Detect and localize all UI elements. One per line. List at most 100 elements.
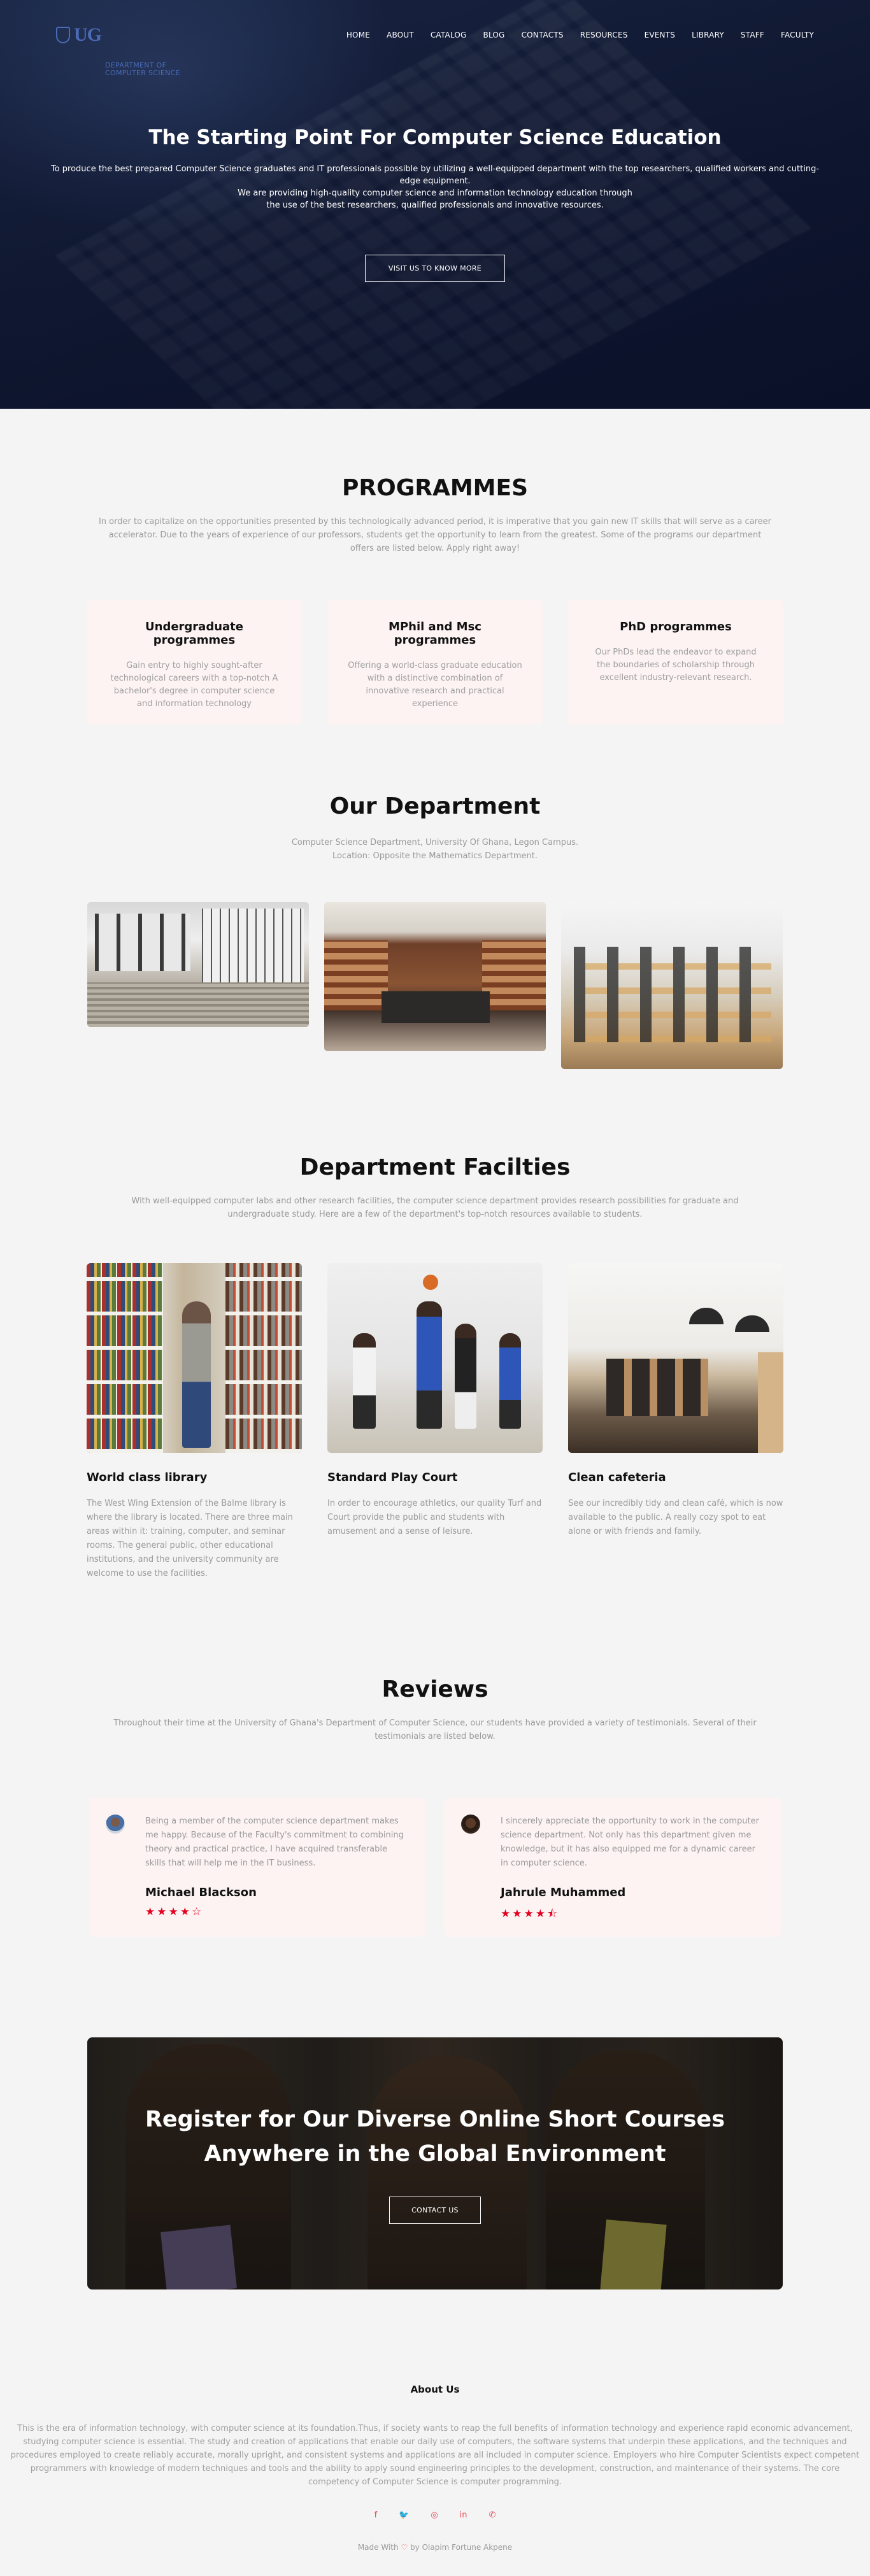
logo-ug-text: UG <box>74 24 102 45</box>
hero-section: UG DEPARTMENT OF COMPUTER SCIENCE HOME A… <box>0 0 870 409</box>
reviewer-avatar <box>106 1815 125 1834</box>
logo-line-2: COMPUTER SCIENCE <box>105 69 180 77</box>
facilities-lead: With well-equipped computer labs and oth… <box>131 1196 739 1219</box>
programme-card-title: MPhil and Msc programmes <box>389 620 481 647</box>
library-shelves-photo <box>87 1263 302 1453</box>
cafeteria-photo <box>568 1263 783 1453</box>
review-card: Being a member of the computer science d… <box>89 1798 425 1937</box>
programme-cards: Undergraduate programmes Gain entry to h… <box>0 600 870 725</box>
star-rating: ★★★★☆ <box>145 1906 204 1918</box>
nav-link-about[interactable]: ABOUT <box>387 31 414 39</box>
top-navbar: UG DEPARTMENT OF COMPUTER SCIENCE HOME A… <box>0 0 870 77</box>
nav-link-resources[interactable]: RESOURCES <box>580 31 628 39</box>
referee <box>455 1324 476 1429</box>
programme-card-text: Our PhDs lead the endeavor to expand the… <box>595 648 757 683</box>
programme-card-title: Undergraduate programmes <box>145 620 243 647</box>
hero-text-1: To produce the best prepared Computer Sc… <box>50 164 820 186</box>
footer-title: About Us <box>410 2384 460 2395</box>
footer: About Us This is the era of information … <box>0 2289 870 2552</box>
facility-title: World class library <box>87 1471 208 1484</box>
facilities-title: Department Facilties <box>299 1154 571 1180</box>
main-menu: HOME ABOUT CATALOG BLOG CONTACTS RESOURC… <box>346 31 814 39</box>
logo-dept-text: DEPARTMENT OF COMPUTER SCIENCE <box>105 0 180 77</box>
social-links: f 🐦 ◎ in ✆ <box>0 2510 870 2520</box>
facility-library: World class library The West Wing Extens… <box>87 1263 302 1581</box>
star-rating: ★★★★⯪ <box>501 1907 560 1920</box>
reviews-lead: Throughout their time at the University … <box>113 1718 757 1741</box>
facility-title: Standard Play Court <box>327 1471 458 1484</box>
player-blue-2 <box>499 1333 521 1429</box>
left-bookshelf <box>324 940 388 1010</box>
whatsapp-icon[interactable]: ✆ <box>489 2510 496 2520</box>
hero-title: The Starting Point For Computer Science … <box>148 126 722 149</box>
reading-tables <box>382 991 490 1023</box>
department-address-line-1: Computer Science Department, University … <box>291 838 579 847</box>
reviews-grid: Being a member of the computer science d… <box>0 1798 870 1937</box>
facility-text: In order to encourage athletics, our qua… <box>327 1499 542 1536</box>
facility-title: Clean cafeteria <box>568 1471 666 1484</box>
building-stairs-photo <box>87 902 309 1027</box>
nav-link-library[interactable]: LIBRARY <box>692 31 724 39</box>
player-blue-1 <box>417 1301 442 1429</box>
review-text: I sincerely appreciate the opportunity t… <box>501 1816 759 1868</box>
instagram-icon[interactable]: ◎ <box>431 2510 438 2520</box>
department-address: Computer Science Department, University … <box>0 836 870 863</box>
nav-link-catalog[interactable]: CATALOG <box>431 31 467 39</box>
player-white-1 <box>353 1333 376 1429</box>
facility-play-court: Standard Play Court In order to encourag… <box>327 1263 543 1581</box>
programme-card-undergraduate[interactable]: Undergraduate programmes Gain entry to h… <box>87 600 302 725</box>
reviewer-name: Jahrule Muhammed <box>501 1886 626 1899</box>
facility-text: See our incredibly tidy and clean café, … <box>568 1499 783 1536</box>
basketball-court-photo <box>327 1263 543 1453</box>
linkedin-icon[interactable]: in <box>460 2510 467 2520</box>
twitter-icon[interactable]: 🐦 <box>399 2510 409 2520</box>
reviewer-name: Michael Blackson <box>145 1886 257 1899</box>
cta-content: Register for Our Diverse Online Short Co… <box>87 2102 783 2224</box>
review-body: Being a member of the computer science d… <box>145 1815 409 1937</box>
bookshelf-right <box>225 1263 302 1453</box>
site-logo[interactable]: UG DEPARTMENT OF COMPUTER SCIENCE <box>56 0 180 77</box>
reviewer-avatar <box>461 1815 480 1834</box>
made-with-author: by Olapim Fortune Akpene <box>410 2543 513 2552</box>
department-title: Our Department <box>329 793 541 819</box>
hero-content: The Starting Point For Computer Science … <box>0 126 870 282</box>
building-windows <box>95 914 190 971</box>
heart-icon: ♡ <box>401 2543 408 2552</box>
wooden-counter <box>758 1352 783 1453</box>
cta-title: Register for Our Diverse Online Short Co… <box>145 2107 725 2167</box>
programme-card-text: Gain entry to highly sought-after techno… <box>110 661 278 709</box>
facilities-grid: World class library The West Wing Extens… <box>0 1263 870 1581</box>
pendant-lamp-2 <box>735 1315 769 1332</box>
nav-link-staff[interactable]: STAFF <box>741 31 764 39</box>
nav-link-blog[interactable]: BLOG <box>483 31 505 39</box>
reviews-title: Reviews <box>382 1676 488 1702</box>
programmes-lead: In order to capitalize on the opportunit… <box>98 517 772 553</box>
library-interior-photo <box>324 902 546 1051</box>
pendant-lamp-1 <box>689 1308 724 1324</box>
programmes-section: PROGRAMMES In order to capitalize on the… <box>0 409 870 725</box>
nav-link-events[interactable]: EVENTS <box>645 31 676 39</box>
department-location-line: Location: Opposite the Mathematics Depar… <box>332 851 538 861</box>
person-browsing <box>182 1301 211 1448</box>
facebook-icon[interactable]: f <box>374 2510 378 2520</box>
stairs <box>87 982 309 1027</box>
nav-link-home[interactable]: HOME <box>346 31 370 39</box>
nav-link-faculty[interactable]: FACULTY <box>781 31 814 39</box>
programmes-title: PROGRAMMES <box>341 475 528 501</box>
facilities-section: Department Facilties With well-equipped … <box>0 1069 870 1581</box>
right-bookshelf <box>482 940 546 1010</box>
programme-card-title: PhD programmes <box>620 620 732 633</box>
footer-about-text: This is the era of information technolog… <box>10 2424 860 2487</box>
review-body: I sincerely appreciate the opportunity t… <box>501 1815 764 1937</box>
made-with-credit: Made With ♡ by Olapim Fortune Akpene <box>0 2543 870 2552</box>
programme-card-phd[interactable]: PhD programmes Our PhDs lead the endeavo… <box>568 600 783 725</box>
visit-us-button[interactable]: VISIT US TO KNOW MORE <box>364 255 506 282</box>
facility-cafeteria: Clean cafeteria See our incredibly tidy … <box>568 1263 783 1581</box>
contact-us-button[interactable]: CONTACT US <box>389 2197 481 2224</box>
computer-lab-photo <box>561 902 783 1069</box>
hero-text-2: We are providing high-quality computer s… <box>238 188 632 210</box>
review-card: I sincerely appreciate the opportunity t… <box>445 1798 781 1937</box>
facility-text: The West Wing Extension of the Balme lib… <box>87 1499 293 1578</box>
programme-card-mphil-msc[interactable]: MPhil and Msc programmes Offering a worl… <box>327 600 543 725</box>
nav-link-contacts[interactable]: CONTACTS <box>522 31 564 39</box>
